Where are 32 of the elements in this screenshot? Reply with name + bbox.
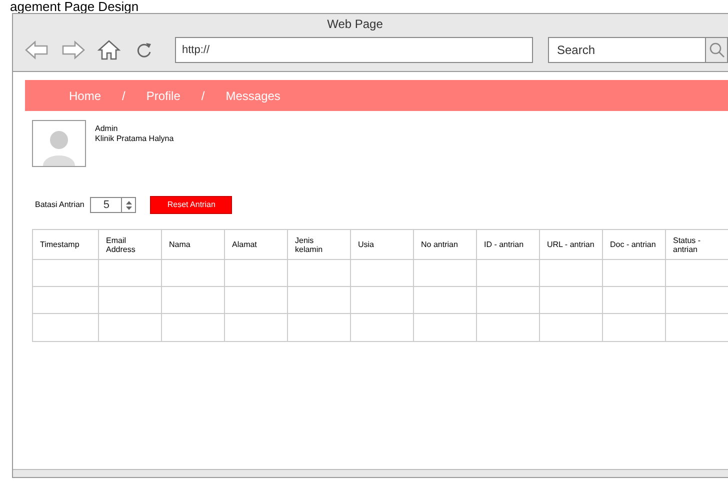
column-header: Nama (161, 230, 224, 259)
reload-icon[interactable] (135, 40, 153, 60)
column-header: Status - antrian (665, 230, 728, 259)
window-title: Web Page (327, 16, 383, 33)
search-icon (708, 42, 724, 58)
stepper-arrows-icon (126, 200, 132, 210)
search-field[interactable]: Search (548, 37, 706, 63)
column-header: Timestamp (39, 239, 80, 251)
nav-link[interactable]: Home (67, 86, 104, 104)
column-header: Doc - antrian (602, 230, 665, 259)
column-header: Jenis kelamin (287, 230, 350, 259)
column-header: Usia (350, 230, 413, 259)
column-header: Alamat (224, 230, 287, 259)
address-field[interactable]: http:// (175, 37, 533, 63)
nav-separator: / (201, 88, 205, 104)
back-arrow-icon[interactable] (25, 40, 49, 60)
home-icon[interactable] (97, 39, 121, 61)
organization-name: Klinik Pratama Halyna (95, 134, 174, 144)
nav-link[interactable]: Profile (144, 86, 182, 104)
search-button[interactable] (706, 37, 728, 63)
nav-separator: / (122, 88, 126, 104)
column-header: ID - antrian (476, 230, 539, 259)
forward-arrow-icon[interactable] (61, 40, 85, 60)
page-title: agement Page Design (10, 0, 139, 13)
queue-limit-label: Batasi Antrian (35, 199, 84, 211)
number-stepper[interactable]: 5 (90, 197, 136, 213)
column-header: Email Address (98, 230, 161, 259)
column-header: No antrian (413, 230, 476, 259)
nav-link[interactable]: Messages (224, 86, 282, 104)
reset-button[interactable]: Reset Antrian (150, 196, 232, 214)
user-name: Admin (95, 124, 119, 134)
column-header: URL - antrian (539, 230, 602, 259)
